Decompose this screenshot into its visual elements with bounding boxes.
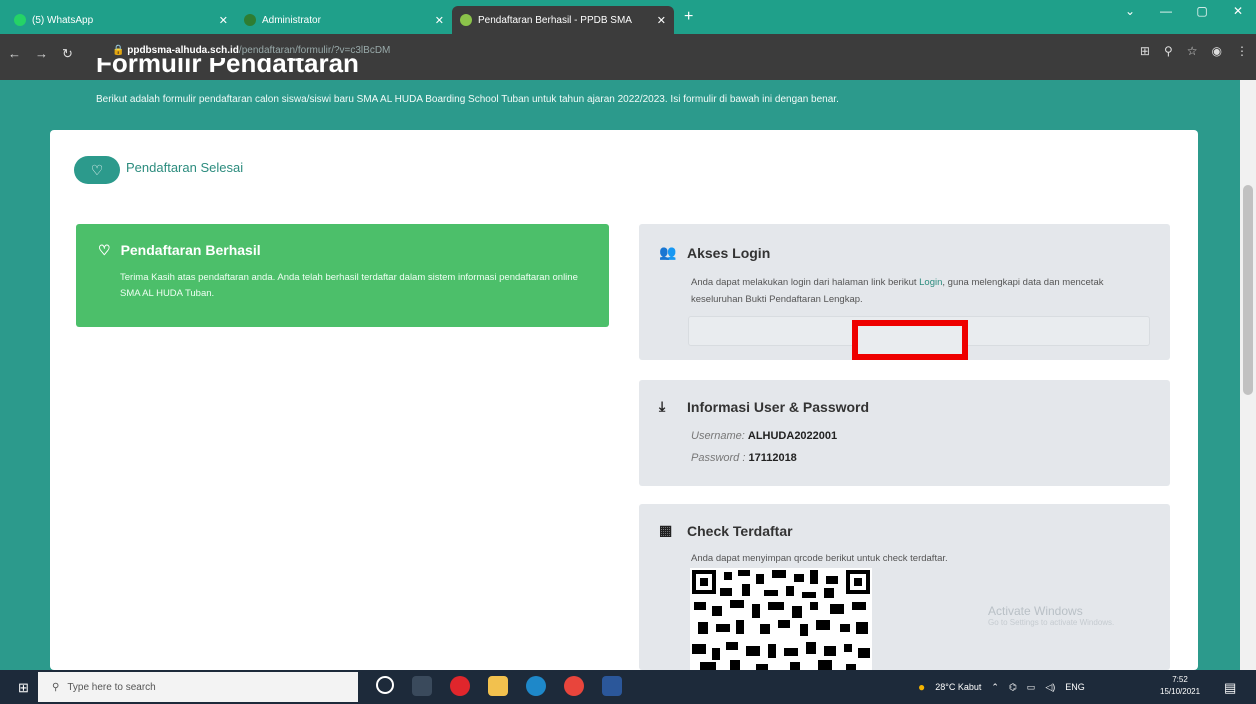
check-text: Anda dapat menyimpan qrcode berikut untu… [691,553,948,564]
task-view-icon[interactable] [412,676,432,696]
lock-icon: 🔒 [112,45,128,56]
edge-icon[interactable] [526,676,546,696]
tab-label: (5) WhatsApp [32,14,94,26]
success-title: Pendaftaran Berhasil [120,242,261,258]
clock[interactable]: 7:52 15/10/2021 [1160,674,1200,698]
network-icon[interactable]: ⌬ [1009,682,1017,693]
heart-icon: ♡ [74,156,120,184]
heart-icon: ♡ [98,242,111,258]
highlight-box [852,320,968,360]
url-path: /pendaftaran/formulir/?v=c3lBcDM [238,45,391,56]
clock-time: 7:52 [1172,675,1188,684]
nav-buttons: ← → ↻ [8,46,73,62]
notification-icon[interactable]: ▤ [1224,680,1236,696]
username-row: Username: ALHUDA2022001 [691,430,838,442]
tab-search-icon[interactable]: ⌄ [1112,4,1148,18]
windows-start-icon[interactable]: ⊞ [18,680,29,696]
password-value: 17112018 [748,452,797,464]
users-icon: 👥 [659,244,677,260]
login-title: Akses Login [687,244,771,261]
cortana-icon[interactable] [376,676,394,694]
success-message: Terima Kasih atas pendaftaran anda. Anda… [120,272,578,299]
login-text: Anda dapat melakukan login dari halaman … [691,277,1104,305]
site-icon [244,14,256,26]
battery-icon[interactable]: ▭ [1027,682,1036,693]
whatsapp-icon [14,14,26,26]
url-domain: ppdbsma-alhuda.sch.id [127,45,239,56]
new-tab-button[interactable]: + [684,8,693,26]
close-window-icon[interactable]: ✕ [1220,4,1256,18]
tab-label: Pendaftaran Berhasil - PPDB SMA [478,14,632,26]
tab-pendaftaran[interactable]: Pendaftaran Berhasil - PPDB SMA ✕ [452,6,674,34]
reload-icon[interactable]: ↻ [62,46,73,62]
profile-icon[interactable]: ◉ [1212,44,1222,58]
clock-date: 15/10/2021 [1160,687,1201,696]
zoom-icon[interactable]: ⚲ [1164,44,1173,58]
page-subtitle: Berikut adalah formulir pendaftaran calo… [96,94,839,105]
system-tray: ● 28°C Kabut ⌃ ⌬ ▭ ◁) ENG [918,680,1085,694]
password-row: Password : 17112018 [691,452,797,464]
tab-label: Administrator [262,14,321,26]
download-icon: ⤓ [659,398,666,414]
step-label: Pendaftaran Selesai [126,160,244,175]
chevron-up-icon[interactable]: ⌃ [991,682,999,693]
bookmark-star-icon[interactable]: ☆ [1187,44,1198,58]
word-icon[interactable] [602,676,622,696]
opera-icon[interactable] [450,676,470,696]
minimize-icon[interactable]: — [1148,4,1184,18]
activate-windows-watermark: Activate Windows Go to Settings to activ… [988,604,1115,627]
chrome-icon[interactable] [564,676,584,696]
tab-whatsapp[interactable]: (5) WhatsApp ✕ [6,6,236,34]
check-title: Check Terdaftar [687,522,793,539]
volume-icon[interactable]: ◁) [1045,682,1055,693]
search-icon: ⚲ [52,681,60,693]
page-title: Formulir Pendaftaran [96,58,359,78]
success-alert: ♡ Pendaftaran Berhasil Terima Kasih atas … [76,224,609,327]
weather-text[interactable]: 28°C Kabut [935,682,981,692]
weather-icon[interactable]: ● [918,680,925,694]
scrollbar-thumb[interactable] [1243,185,1253,395]
language-indicator[interactable]: ENG [1065,682,1085,692]
qr-code [690,568,872,670]
maximize-icon[interactable]: ▢ [1184,4,1220,18]
taskbar-search-input[interactable]: ⚲ Type here to search [38,672,358,702]
forward-icon[interactable]: → [35,46,48,62]
back-icon[interactable]: ← [8,46,21,62]
translate-icon[interactable]: ⊞ [1140,44,1150,58]
taskbar-apps [376,676,622,696]
site-icon [460,14,472,26]
qrcode-icon: ▦ [659,522,673,538]
close-icon[interactable]: ✕ [219,14,228,27]
close-icon[interactable]: ✕ [657,14,666,27]
user-info-panel: ⤓ Informasi User & Password Username: ALH… [639,380,1170,486]
tab-administrator[interactable]: Administrator ✕ [236,6,452,34]
info-title: Informasi User & Password [687,398,870,415]
search-placeholder: Type here to search [67,681,156,693]
address-bar[interactable]: 🔒 ppdbsma-alhuda.sch.id/pendaftaran/form… [112,45,390,56]
window-controls: ⌄ — ▢ ✕ [1112,4,1256,18]
toolbar-icons: ⊞ ⚲ ☆ ◉ ⋮ [1140,44,1248,58]
close-icon[interactable]: ✕ [435,14,444,27]
login-link[interactable]: Login [919,277,942,288]
username-value: ALHUDA2022001 [747,430,838,442]
menu-icon[interactable]: ⋮ [1236,44,1248,58]
file-explorer-icon[interactable] [488,676,508,696]
